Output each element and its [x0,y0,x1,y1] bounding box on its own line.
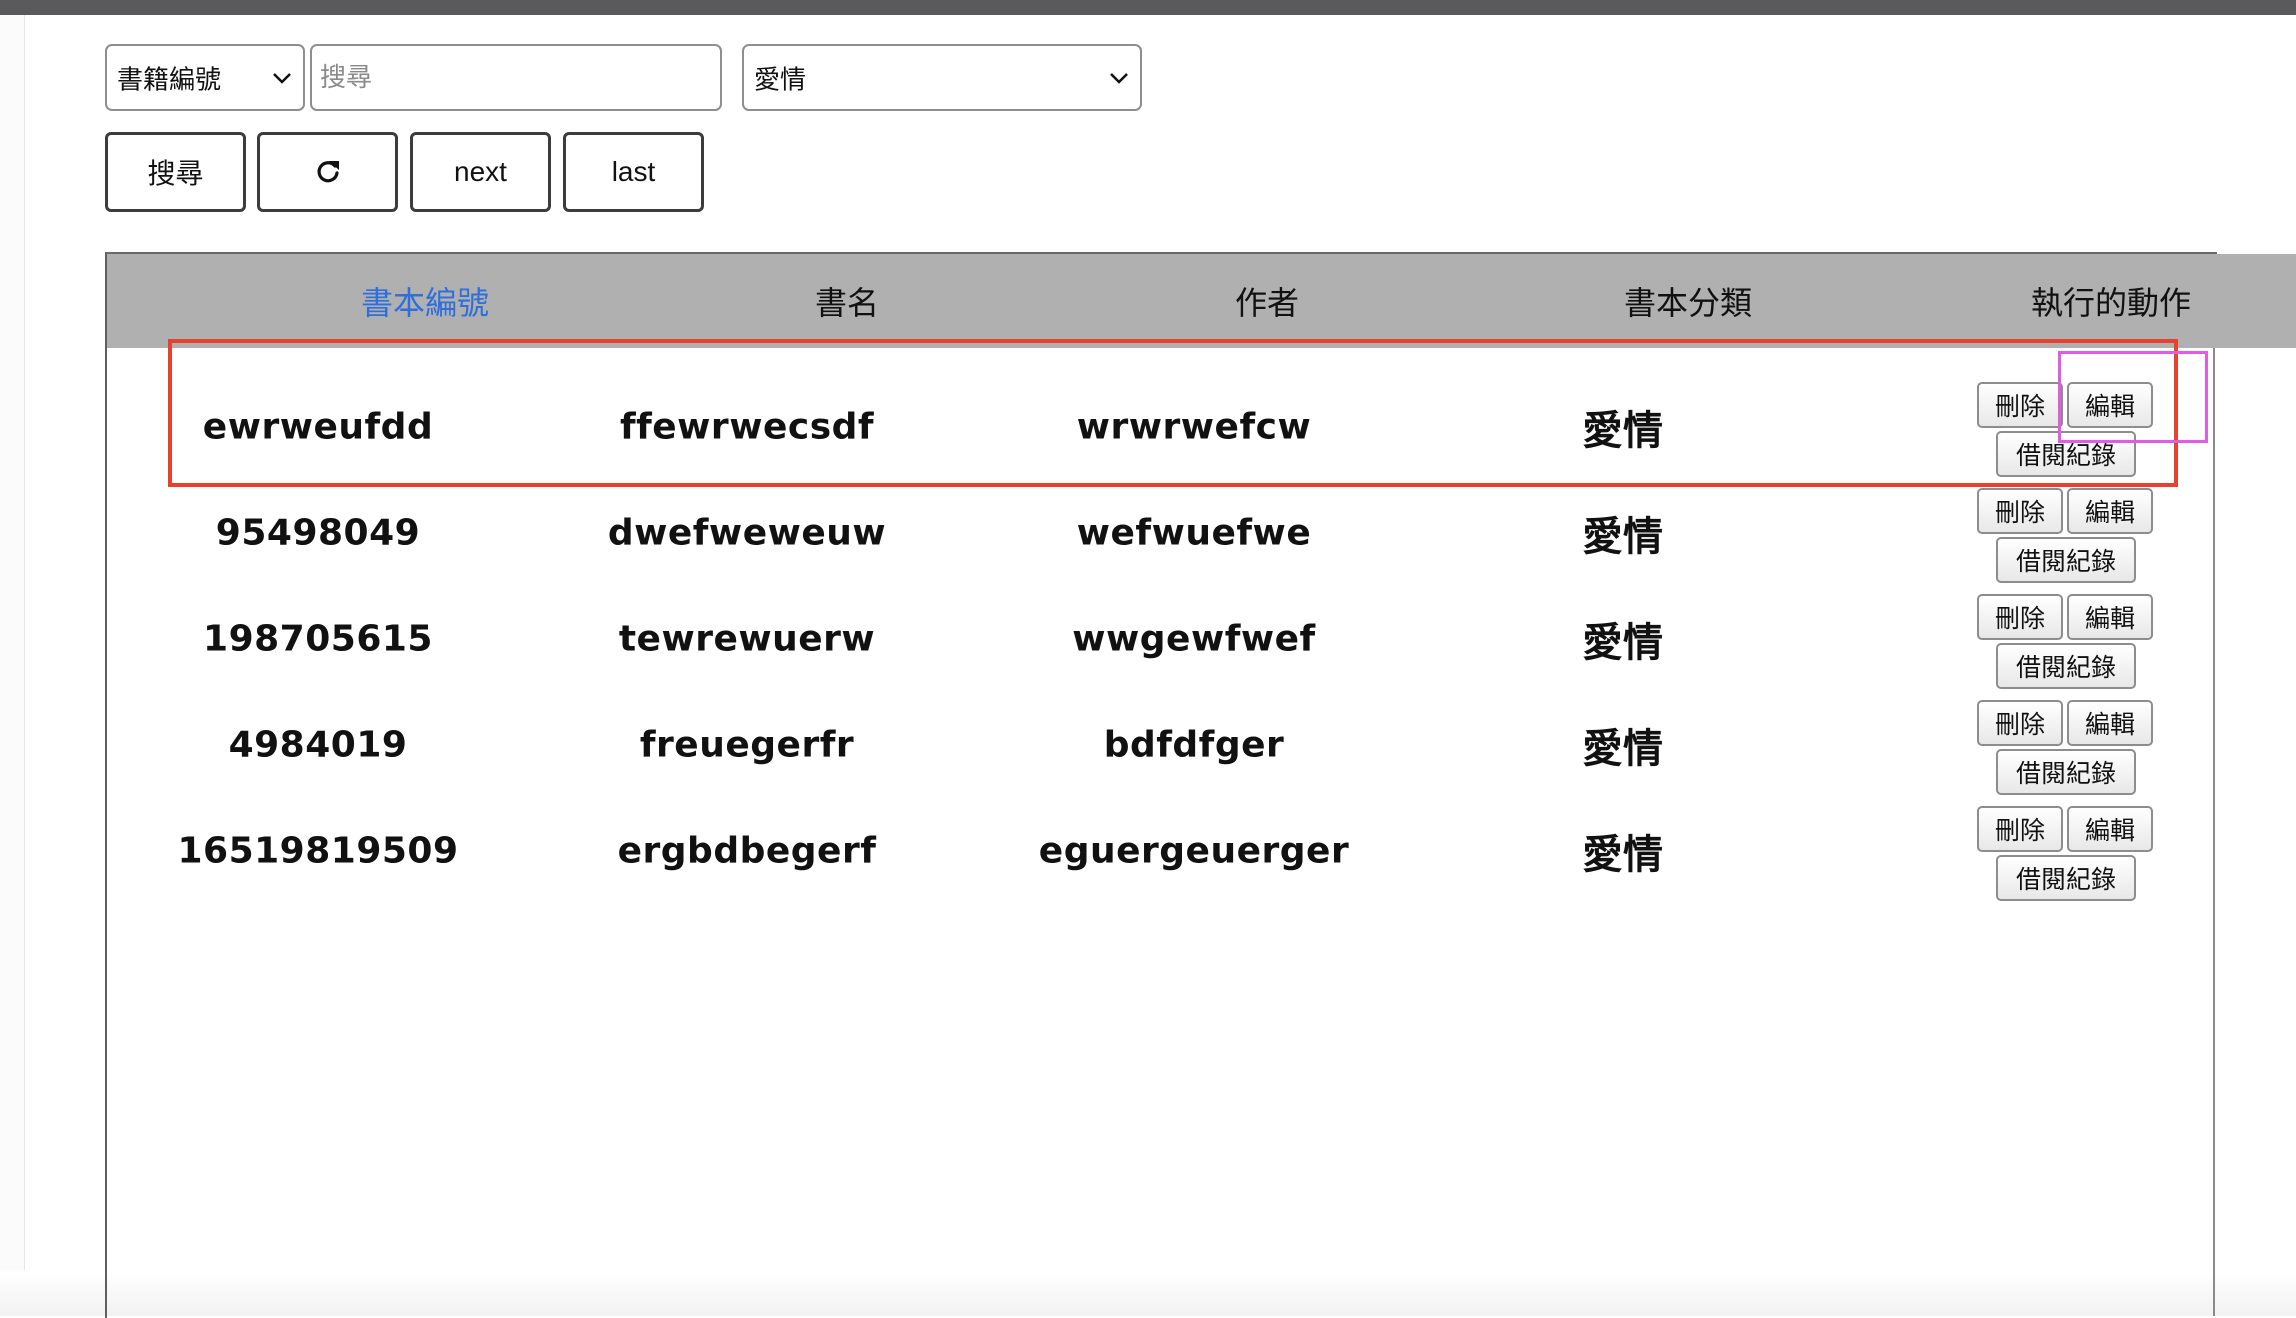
left-gutter [0,15,25,1316]
book-title-cell: freuegerfr [639,724,855,766]
table-right-border [2213,348,2215,1316]
table-row: 4984019 freuegerfr bdfdfger 愛情 刪除 編輯 借閱紀… [107,692,2213,798]
book-category-cell: 愛情 [1582,514,1664,560]
book-id-cell: ewrweufdd [202,406,434,448]
chevron-down-icon [273,72,291,84]
book-id-cell: 16519819509 [177,830,459,872]
header-category: 書本分類 [1623,284,1753,322]
category-select[interactable]: 愛情 [742,44,1142,111]
book-author-cell: wefwuefwe [1076,512,1312,554]
borrow-history-button[interactable]: 借閱紀錄 [1996,431,2136,477]
delete-button[interactable]: 刪除 [1977,700,2063,746]
header-actions: 執行的動作 [2030,284,2192,322]
book-author-cell: wwgewfwef [1072,618,1316,660]
refresh-icon [316,161,339,183]
search-field-select[interactable]: 書籍編號 [105,44,305,111]
header-book-id-sort-link[interactable]: 書本編號 [361,254,489,348]
table-row: 198705615 tewrewuerw wwgewfwef 愛情 刪除 編輯 … [107,586,2213,692]
table-row: 95498049 dwefweweuw wefwuefwe 愛情 刪除 編輯 借… [107,480,2213,586]
book-author-cell: wrwrwefcw [1076,406,1312,448]
table-row: 16519819509 ergbdbegerf eguergeuerger 愛情… [107,798,2213,904]
borrow-history-button[interactable]: 借閱紀錄 [1996,537,2136,583]
book-author-cell: eguergeuerger [1038,830,1350,872]
edit-button[interactable]: 編輯 [2067,488,2153,534]
last-page-button[interactable]: last [563,132,704,212]
book-category-cell: 愛情 [1582,832,1664,878]
delete-button[interactable]: 刪除 [1977,806,2063,852]
book-id-cell: 198705615 [203,618,433,660]
delete-button[interactable]: 刪除 [1977,594,2063,640]
borrow-history-button[interactable]: 借閱紀錄 [1996,643,2136,689]
book-category-cell: 愛情 [1582,620,1664,666]
delete-button[interactable]: 刪除 [1977,382,2063,428]
next-page-button[interactable]: next [410,132,551,212]
chevron-down-icon [1110,72,1128,84]
window-top-bar [0,0,2296,15]
delete-button[interactable]: 刪除 [1977,488,2063,534]
refresh-button[interactable] [257,132,398,212]
edit-button[interactable]: 編輯 [2067,806,2153,852]
book-id-cell: 95498049 [215,512,421,554]
table-header: 書本編號 書名 作者 書本分類 執行的動作 [107,254,2296,348]
search-button[interactable]: 搜尋 [105,132,246,212]
book-category-cell: 愛情 [1582,726,1664,772]
book-title-cell: tewrewuerw [618,618,876,660]
header-title: 書名 [814,284,880,322]
search-field-select-value: 書籍編號 [117,65,222,95]
borrow-history-button[interactable]: 借閱紀錄 [1996,749,2136,795]
table-row: ewrweufdd ffewrwecsdf wrwrwefcw 愛情 刪除 編輯… [107,374,2213,480]
book-id-cell: 4984019 [228,724,408,766]
book-author-cell: bdfdfger [1103,724,1285,766]
edit-button[interactable]: 編輯 [2067,382,2153,428]
book-title-cell: ffewrwecsdf [619,406,875,448]
book-title-cell: ergbdbegerf [617,830,877,872]
edit-button[interactable]: 編輯 [2067,700,2153,746]
borrow-history-button[interactable]: 借閱紀錄 [1996,855,2136,901]
search-input[interactable] [310,44,722,111]
category-select-value: 愛情 [754,65,807,95]
book-title-cell: dwefweweuw [607,512,887,554]
header-author: 作者 [1234,284,1300,322]
book-category-cell: 愛情 [1582,408,1664,454]
edit-button[interactable]: 編輯 [2067,594,2153,640]
